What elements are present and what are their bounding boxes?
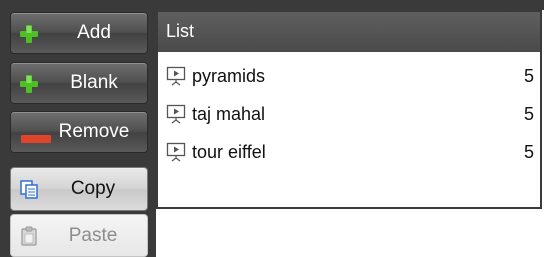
- list-item[interactable]: taj mahal 5: [158, 92, 540, 130]
- copy-icon: [19, 179, 39, 199]
- slideshow-icon: [166, 66, 186, 86]
- list-item-count: 5: [523, 66, 534, 86]
- add-button-label: Add: [77, 22, 111, 43]
- remove-button[interactable]: Remove: [10, 111, 148, 153]
- remove-button-label: Remove: [58, 121, 130, 142]
- paste-button[interactable]: Paste: [10, 214, 148, 257]
- list-item[interactable]: pyramids 5: [158, 54, 540, 92]
- blank-button-label: Blank: [70, 72, 118, 93]
- paste-button-label: Paste: [68, 225, 118, 246]
- app-frame: Add Blank Remove Copy Paste List pyramid…: [0, 0, 544, 257]
- list-item-count: 5: [523, 142, 534, 162]
- copy-button[interactable]: Copy: [10, 167, 148, 211]
- list-header: List: [158, 12, 540, 52]
- list-item-count: 5: [523, 104, 534, 124]
- copy-button-label: Copy: [70, 178, 116, 199]
- list-item-name: pyramids: [192, 66, 266, 86]
- slideshow-icon: [166, 104, 186, 124]
- top-strip: [0, 0, 544, 10]
- blank-button[interactable]: Blank: [10, 62, 148, 104]
- list-item-name: taj mahal: [192, 104, 266, 124]
- list-panel: List pyramids 5 taj mahal 5 tour eiffel …: [156, 10, 542, 209]
- plus-icon: [19, 24, 39, 44]
- list-body: pyramids 5 taj mahal 5 tour eiffel 5: [158, 54, 540, 207]
- add-button[interactable]: Add: [10, 12, 148, 54]
- paste-icon: [19, 226, 39, 246]
- list-item-name: tour eiffel: [192, 142, 266, 162]
- slideshow-icon: [166, 142, 186, 162]
- minus-icon: [19, 123, 51, 143]
- list-item[interactable]: tour eiffel 5: [158, 130, 540, 168]
- plus-icon: [19, 74, 39, 94]
